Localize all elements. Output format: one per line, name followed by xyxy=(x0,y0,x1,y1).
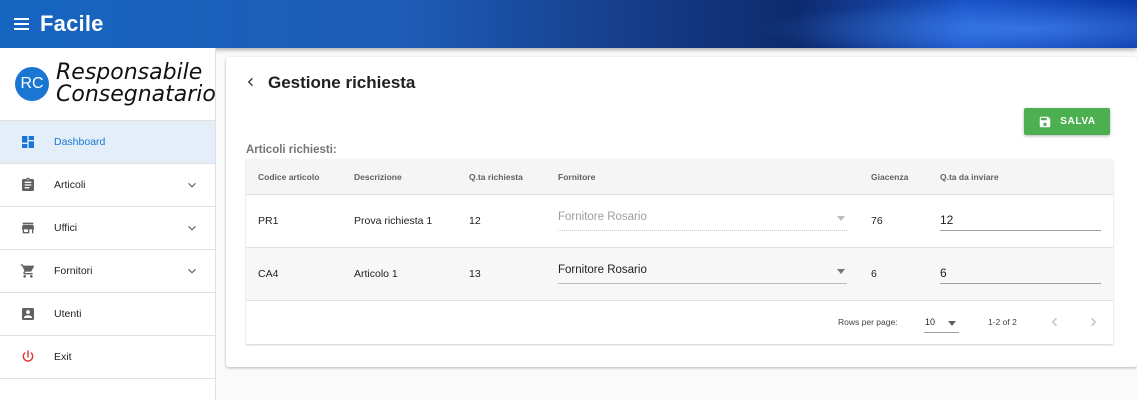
cell-qta-richiesta: 12 xyxy=(469,215,481,227)
sidebar-item-label: Exit xyxy=(54,351,72,363)
chevron-down-icon[interactable] xyxy=(185,178,199,192)
caret-down-icon xyxy=(948,321,956,326)
sidebar-item-utenti[interactable]: Utenti xyxy=(0,293,215,336)
role-title-line2: Consegnatario xyxy=(56,82,216,107)
cart-icon xyxy=(18,261,38,281)
sidebar-item-label: Utenti xyxy=(54,308,82,320)
sidebar-brand: RC Responsabile Consegnatario xyxy=(0,48,216,121)
role-title-line1: Responsabile xyxy=(56,60,203,85)
sidebar: RC Responsabile Consegnatario Dashboard … xyxy=(0,48,216,400)
fornitore-select[interactable]: Fornitore Rosario xyxy=(558,260,847,284)
cell-giacenza: 6 xyxy=(871,268,877,280)
save-button[interactable]: SALVA xyxy=(1024,108,1110,135)
hamburger-menu-icon[interactable] xyxy=(12,12,36,36)
pagination-range: 1-2 of 2 xyxy=(988,317,1017,327)
table-row: PR1 Prova richiesta 1 12 Fornitore Rosar… xyxy=(246,195,1113,248)
sidebar-item-fornitori[interactable]: Fornitori xyxy=(0,250,215,293)
table-header: Codice articolo Descrizione Q.ta richies… xyxy=(246,159,1113,195)
sidebar-item-label: Articoli xyxy=(54,179,86,191)
cell-codice: CA4 xyxy=(258,268,279,280)
app-bar: Facile xyxy=(0,0,1137,48)
sidebar-item-dashboard[interactable]: Dashboard xyxy=(0,121,215,164)
articles-table: Codice articolo Descrizione Q.ta richies… xyxy=(246,159,1113,344)
sidebar-item-articoli[interactable]: Articoli xyxy=(0,164,215,207)
qta-da-inviare-input[interactable] xyxy=(940,207,1101,231)
sidebar-item-label: Dashboard xyxy=(54,136,106,148)
next-page-icon[interactable] xyxy=(1084,313,1102,331)
cell-descrizione: Prova richiesta 1 xyxy=(354,215,433,227)
chevron-down-icon[interactable] xyxy=(185,221,199,235)
caret-down-icon xyxy=(837,216,845,221)
user-box-icon xyxy=(18,304,38,324)
rows-per-page-value: 10 xyxy=(925,317,936,327)
cell-giacenza: 76 xyxy=(871,215,883,227)
table-row: CA4 Articolo 1 13 Fornitore Rosario 6 xyxy=(246,248,1113,301)
cell-codice: PR1 xyxy=(258,215,279,227)
avatar: RC xyxy=(15,67,49,101)
app-bar-glow xyxy=(757,0,1137,48)
store-icon xyxy=(18,218,38,238)
sidebar-item-label: Fornitori xyxy=(54,265,93,277)
caret-down-icon xyxy=(837,269,845,274)
power-icon xyxy=(18,347,38,367)
role-title: Responsabile Consegnatario xyxy=(56,62,216,106)
clipboard-icon xyxy=(18,175,38,195)
rows-per-page-select[interactable]: 10 xyxy=(924,313,959,333)
page-title: Gestione richiesta xyxy=(268,73,416,92)
header-descrizione: Descrizione xyxy=(354,172,402,182)
fornitore-select: Fornitore Rosario xyxy=(558,207,847,231)
qta-da-inviare-input[interactable] xyxy=(940,260,1101,284)
prev-page-icon[interactable] xyxy=(1046,313,1064,331)
rows-per-page-label: Rows per page: xyxy=(838,317,898,327)
header-giacenza: Giacenza xyxy=(871,172,909,182)
table-pagination: Rows per page: 10 1-2 of 2 xyxy=(246,301,1113,343)
header-codice-articolo: Codice articolo xyxy=(258,172,320,182)
sidebar-item-uffici[interactable]: Uffici xyxy=(0,207,215,250)
header-qta-da-inviare: Q.ta da inviare xyxy=(940,172,999,182)
save-button-label: SALVA xyxy=(1060,116,1096,127)
back-arrow-icon[interactable] xyxy=(242,73,260,91)
sidebar-item-exit[interactable]: Exit xyxy=(0,336,215,379)
fornitore-select-value: Fornitore Rosario xyxy=(558,264,647,276)
request-card: Gestione richiesta SALVA Articoli richie… xyxy=(226,57,1137,367)
sidebar-item-label: Uffici xyxy=(54,222,78,234)
fornitore-select-value: Fornitore Rosario xyxy=(558,211,647,223)
chevron-down-icon[interactable] xyxy=(185,264,199,278)
header-qta-richiesta: Q.ta richiesta xyxy=(469,172,523,182)
header-fornitore: Fornitore xyxy=(558,172,596,182)
app-title: Facile xyxy=(40,11,104,36)
save-icon xyxy=(1040,116,1051,127)
cell-descrizione: Articolo 1 xyxy=(354,268,398,280)
section-label: Articoli richiesti: xyxy=(246,144,337,156)
dashboard-icon xyxy=(18,132,38,152)
cell-qta-richiesta: 13 xyxy=(469,268,481,280)
